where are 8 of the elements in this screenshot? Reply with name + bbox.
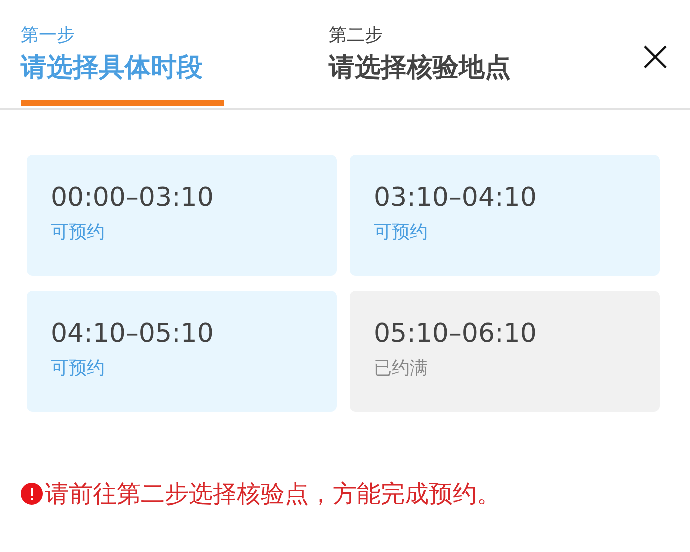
time-slot-card[interactable]: 05:10–06:10 已约满	[350, 291, 660, 412]
time-slot-card[interactable]: 04:10–05:10 可预约	[27, 291, 337, 412]
time-slot-card[interactable]: 03:10–04:10 可预约	[350, 155, 660, 276]
step-tab[interactable]: 第二步 请选择核验地点	[329, 0, 638, 108]
warning-icon	[21, 483, 43, 505]
notice-text: 请前往第二步选择核验点，方能完成预约。	[45, 479, 501, 510]
close-button[interactable]: ×	[637, 6, 674, 108]
time-slot-card[interactable]: 00:00–03:10 可预约	[27, 155, 337, 276]
